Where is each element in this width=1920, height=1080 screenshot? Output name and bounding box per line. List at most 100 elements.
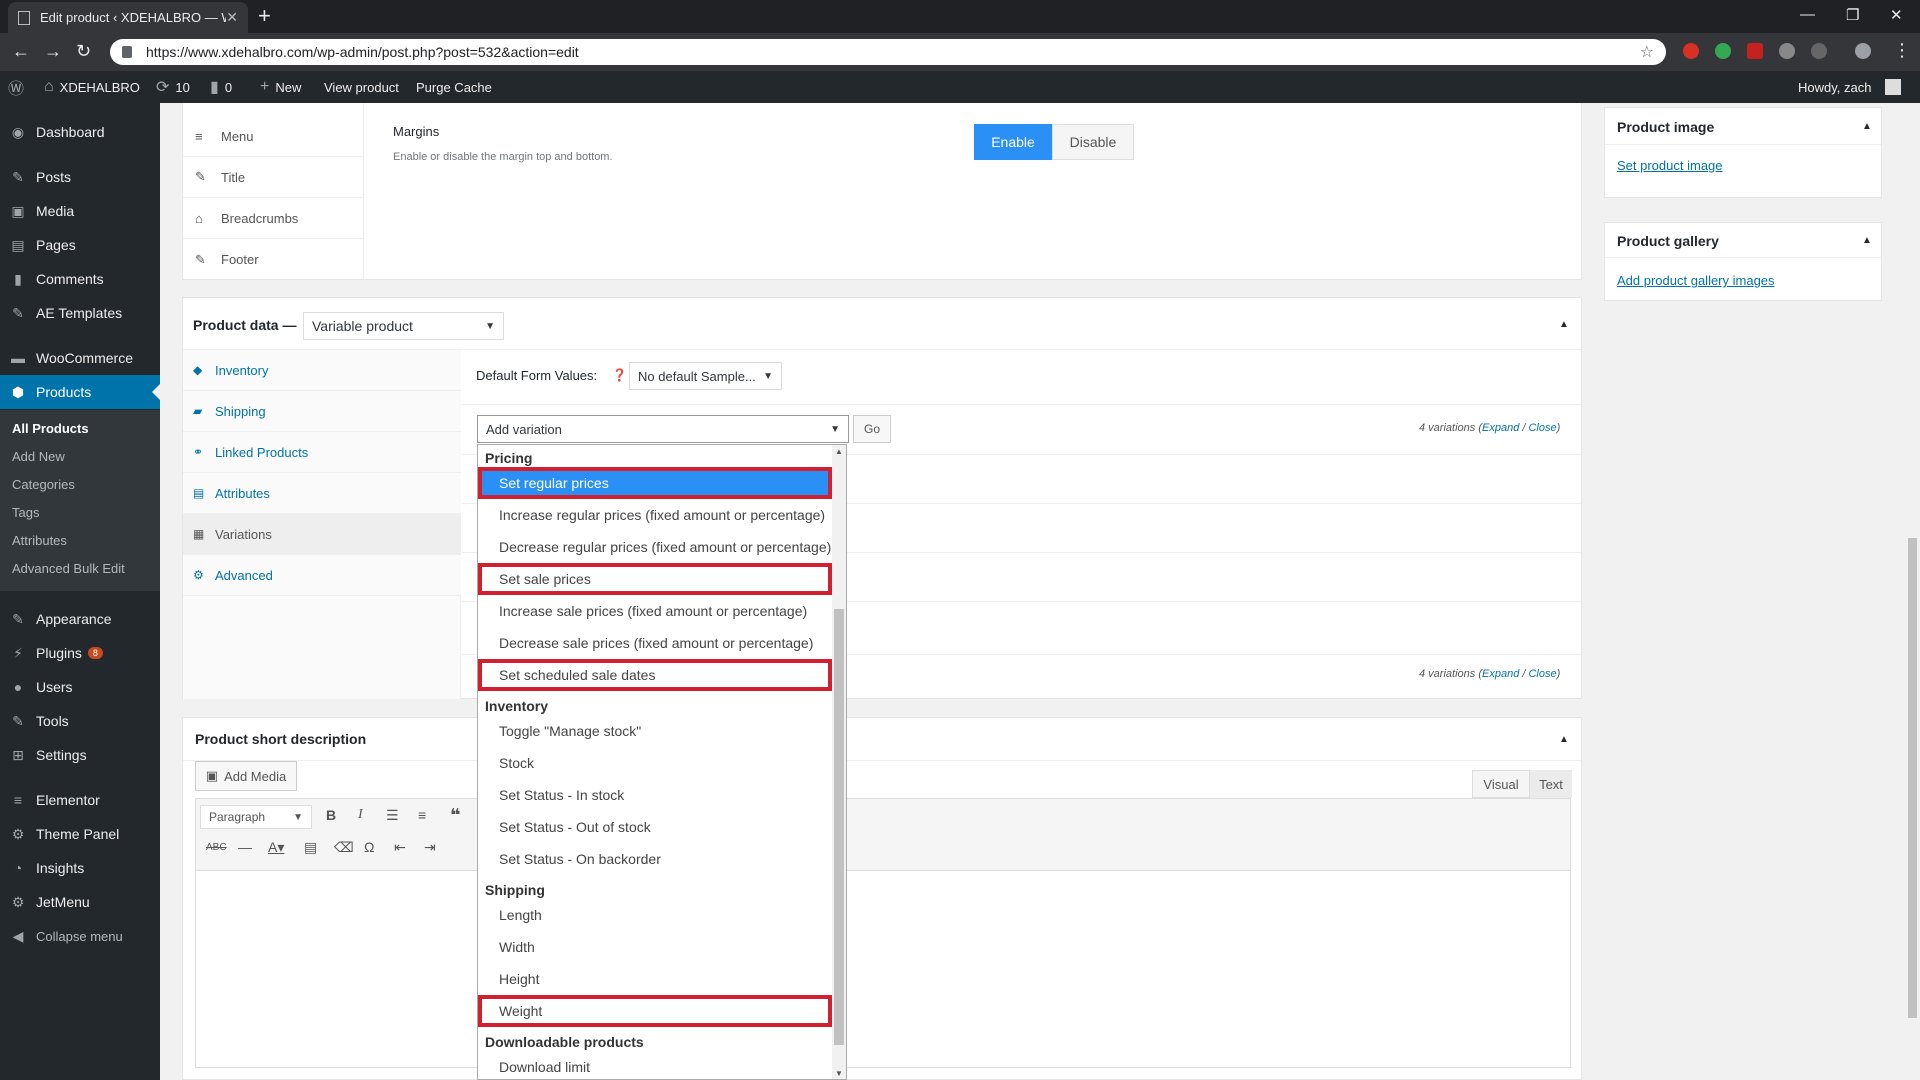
- back-icon[interactable]: ←: [12, 42, 30, 60]
- scroll-down-icon[interactable]: ▼: [835, 1069, 843, 1078]
- extension-icon[interactable]: [1715, 43, 1731, 59]
- strikethrough-icon[interactable]: ABC: [206, 842, 227, 853]
- extension-icon[interactable]: [1747, 43, 1763, 59]
- bookmark-star-icon[interactable]: ☆: [1640, 42, 1654, 62]
- option-increase-regular-prices[interactable]: Increase regular prices (fixed amount or…: [478, 499, 832, 531]
- horizontal-line-icon[interactable]: —: [238, 839, 252, 855]
- option-increase-sale-prices[interactable]: Increase sale prices (fixed amount or pe…: [478, 595, 832, 627]
- tab-shipping[interactable]: ▰ Shipping: [183, 391, 461, 432]
- option-set-regular-prices[interactable]: Set regular prices: [478, 467, 832, 499]
- add-variation-dropdown[interactable]: Pricing Set regular prices Increase regu…: [477, 444, 847, 1080]
- menu-jetmenu[interactable]: ⚙ JetMenu: [0, 885, 160, 919]
- text-tab[interactable]: Text: [1530, 770, 1572, 798]
- submenu-all-products[interactable]: All Products: [12, 421, 89, 436]
- view-product-link[interactable]: View product: [324, 71, 399, 103]
- tab-advanced[interactable]: ⚙ Advanced: [183, 555, 461, 596]
- product-type-select[interactable]: Variable product ▼: [303, 312, 504, 340]
- menu-comments[interactable]: ▮ Comments: [0, 262, 160, 296]
- help-icon[interactable]: ❓: [612, 368, 627, 382]
- disable-button[interactable]: Disable: [1052, 124, 1134, 160]
- tab-inventory[interactable]: ◆ Inventory: [183, 350, 461, 391]
- option-set-scheduled-sale-dates[interactable]: Set scheduled sale dates: [478, 659, 832, 691]
- submenu-tags[interactable]: Tags: [12, 505, 39, 520]
- menu-media[interactable]: ▣ Media: [0, 194, 160, 228]
- menu-products[interactable]: ⬢ Products: [0, 375, 160, 409]
- option-length[interactable]: Length: [478, 899, 832, 931]
- option-decrease-sale-prices[interactable]: Decrease sale prices (fixed amount or pe…: [478, 627, 832, 659]
- wordpress-logo-icon[interactable]: Ⓦ: [8, 71, 24, 103]
- menu-dashboard[interactable]: ◉ Dashboard: [0, 115, 160, 149]
- option-status-out-of-stock[interactable]: Set Status - Out of stock: [478, 811, 832, 843]
- default-sample-select[interactable]: No default Sample... ▼: [629, 362, 782, 390]
- text-color-icon[interactable]: A▾: [268, 839, 284, 856]
- expand-link[interactable]: Expand: [1482, 668, 1519, 680]
- extension-icon[interactable]: [1683, 43, 1699, 59]
- close-tab-icon[interactable]: ✕: [226, 9, 238, 26]
- restore-icon[interactable]: ❐: [1846, 6, 1859, 24]
- comments-link[interactable]: ▮ 0: [210, 71, 232, 103]
- option-status-in-stock[interactable]: Set Status - In stock: [478, 779, 832, 811]
- go-button[interactable]: Go: [853, 415, 891, 443]
- submenu-add-new[interactable]: Add New: [12, 449, 65, 464]
- add-gallery-images-link[interactable]: Add product gallery images: [1617, 273, 1775, 288]
- submenu-advanced-bulk-edit[interactable]: Advanced Bulk Edit: [12, 561, 125, 576]
- submenu-attributes[interactable]: Attributes: [12, 533, 67, 548]
- settings-nav-breadcrumbs[interactable]: ⌂ Breadcrumbs: [183, 198, 363, 239]
- option-download-limit[interactable]: Download limit: [478, 1051, 832, 1079]
- outdent-icon[interactable]: ⇤: [394, 839, 406, 856]
- page-scrollbar[interactable]: [1905, 103, 1920, 1080]
- special-character-icon[interactable]: Ω: [364, 839, 374, 855]
- menu-woocommerce[interactable]: ▬ WooCommerce: [0, 341, 160, 375]
- indent-icon[interactable]: ⇥: [424, 839, 436, 856]
- settings-nav-title[interactable]: ✎ Title: [183, 157, 363, 198]
- browser-tab[interactable]: Edit product ‹ XDEHALBRO — W ✕: [8, 2, 248, 33]
- submenu-categories[interactable]: Categories: [12, 477, 75, 492]
- clear-formatting-icon[interactable]: ⌫: [334, 839, 354, 856]
- option-weight[interactable]: Weight: [478, 995, 832, 1027]
- menu-elementor[interactable]: ≡ Elementor: [0, 783, 160, 817]
- forward-icon[interactable]: →: [44, 42, 62, 60]
- settings-nav-footer[interactable]: ✎ Footer: [183, 239, 363, 280]
- new-content-link[interactable]: + New: [260, 71, 301, 103]
- expand-link[interactable]: Expand: [1482, 422, 1519, 434]
- menu-posts[interactable]: ✎ Posts: [0, 160, 160, 194]
- collapse-panel-icon[interactable]: ▲: [1862, 235, 1872, 246]
- purge-cache-link[interactable]: Purge Cache: [416, 71, 492, 103]
- collapse-panel-icon[interactable]: ▲: [1862, 121, 1872, 132]
- dropdown-scrollbar-thumb[interactable]: [834, 609, 844, 1045]
- updates-link[interactable]: ⟳ 10: [156, 71, 190, 103]
- menu-insights[interactable]: ◔ Insights: [0, 851, 160, 885]
- collapse-panel-icon[interactable]: ▲: [1559, 319, 1569, 330]
- dropdown-scrollbar[interactable]: ▲ ▼: [832, 445, 846, 1079]
- settings-nav-menu[interactable]: ≡ Menu: [183, 116, 363, 157]
- address-bar[interactable]: https://www.xdehalbro.com/wp-admin/post.…: [110, 39, 1666, 65]
- option-height[interactable]: Height: [478, 963, 832, 995]
- editor-area[interactable]: Paragraph ▼ B I ☰ ≡ ❝ ABC — A▾ ▤ ⌫ Ω ⇤ ⇥: [195, 798, 1571, 1068]
- new-tab-icon[interactable]: +: [258, 4, 271, 28]
- menu-tools[interactable]: ✎ Tools: [0, 704, 160, 738]
- option-status-on-backorder[interactable]: Set Status - On backorder: [478, 843, 832, 875]
- menu-settings[interactable]: ⊞ Settings: [0, 738, 160, 772]
- menu-theme-panel[interactable]: ⚙ Theme Panel: [0, 817, 160, 851]
- page-scrollbar-thumb[interactable]: [1908, 538, 1917, 1018]
- collapse-menu-button[interactable]: ◀ Collapse menu: [0, 919, 160, 953]
- tab-attributes[interactable]: ▤ Attributes: [183, 473, 461, 514]
- extension-icon[interactable]: [1811, 43, 1827, 59]
- tab-linked-products[interactable]: ⚭ Linked Products: [183, 432, 461, 473]
- add-variation-select[interactable]: Add variation ▼: [477, 415, 849, 443]
- close-window-icon[interactable]: ✕: [1890, 6, 1903, 24]
- option-decrease-regular-prices[interactable]: Decrease regular prices (fixed amount or…: [478, 531, 832, 563]
- option-stock[interactable]: Stock: [478, 747, 832, 779]
- close-link[interactable]: Close: [1528, 422, 1556, 434]
- tab-variations[interactable]: ▦ Variations: [183, 514, 461, 555]
- format-select[interactable]: Paragraph ▼: [200, 805, 312, 829]
- menu-pages[interactable]: ▤ Pages: [0, 228, 160, 262]
- profile-icon[interactable]: [1855, 43, 1871, 59]
- menu-users[interactable]: ● Users: [0, 670, 160, 704]
- collapse-panel-icon[interactable]: ▲: [1559, 734, 1569, 745]
- option-toggle-manage-stock[interactable]: Toggle "Manage stock": [478, 715, 832, 747]
- browser-menu-icon[interactable]: ⋮: [1893, 41, 1911, 59]
- menu-appearance[interactable]: ✎ Appearance: [0, 602, 160, 636]
- scroll-up-icon[interactable]: ▲: [835, 447, 843, 456]
- minimize-icon[interactable]: —: [1800, 6, 1815, 23]
